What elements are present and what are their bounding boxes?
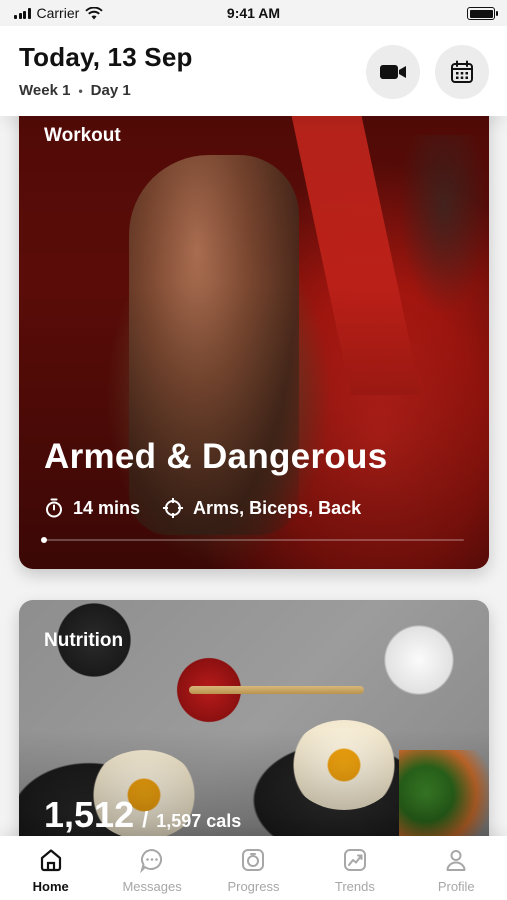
tab-label: Home xyxy=(32,879,69,894)
workout-progress-dot xyxy=(41,537,47,543)
stopwatch-icon xyxy=(46,498,62,518)
home-icon xyxy=(37,846,65,874)
nutrition-label: Nutrition xyxy=(44,630,124,651)
subtitle-separator: • xyxy=(78,83,83,98)
wifi-icon xyxy=(85,6,103,19)
day-label: Day 1 xyxy=(90,82,131,99)
page-title: Today, 13 Sep xyxy=(19,42,193,72)
tab-label: Profile xyxy=(437,879,475,894)
crosshair-icon xyxy=(163,498,184,518)
tab-trends[interactable]: Trends xyxy=(305,846,405,894)
tab-profile[interactable]: Profile xyxy=(406,846,506,894)
tab-progress[interactable]: Progress xyxy=(203,846,303,894)
calories-separator: / xyxy=(142,807,149,832)
nutrition-card[interactable]: Nutrition 1,512 / 1,597 cals xyxy=(19,600,489,860)
tab-bar: Home Messages Progress Trends Profile xyxy=(0,836,507,900)
week-day-subtitle: Week 1 • Day 1 xyxy=(19,82,131,99)
calendar-button[interactable] xyxy=(435,45,489,99)
battery-icon xyxy=(467,7,498,20)
target-muscles: Arms, Biceps, Back xyxy=(193,497,362,518)
duration-item: 14 mins xyxy=(44,498,140,519)
target-item: Arms, Biceps, Back xyxy=(162,497,361,519)
tab-messages[interactable]: Messages xyxy=(102,846,202,894)
video-camera-icon xyxy=(380,65,406,79)
chat-icon xyxy=(138,846,166,874)
tab-home[interactable]: Home xyxy=(1,846,101,894)
status-left: Carrier xyxy=(14,5,103,21)
tab-label: Trends xyxy=(334,879,375,894)
workout-progress-bar xyxy=(41,537,464,543)
calorie-summary: 1,512 / 1,597 cals xyxy=(44,794,241,836)
status-bar: Carrier 9:41 AM xyxy=(0,0,507,26)
week-label: Week 1 xyxy=(19,82,71,99)
calendar-icon xyxy=(451,60,473,83)
signal-icon xyxy=(14,7,31,19)
header: Today, 13 Sep Week 1 • Day 1 xyxy=(0,26,507,116)
profile-icon xyxy=(442,846,470,874)
calories-consumed: 1,512 xyxy=(44,794,135,835)
duration-text: 14 mins xyxy=(73,497,141,518)
progress-icon xyxy=(239,846,267,874)
workout-label: Workout xyxy=(44,125,121,146)
tab-label: Messages xyxy=(122,879,182,894)
carrier-label: Carrier xyxy=(36,5,80,21)
video-button[interactable] xyxy=(366,45,420,99)
workout-title: Armed & Dangerous xyxy=(44,437,388,476)
calories-goal: 1,597 cals xyxy=(156,811,242,831)
trends-icon xyxy=(341,846,369,874)
workout-card[interactable]: Workout Armed & Dangerous 14 mins Arms, … xyxy=(19,95,489,569)
tab-label: Progress xyxy=(227,879,280,894)
workout-meta: 14 mins Arms, Biceps, Back xyxy=(44,497,383,519)
